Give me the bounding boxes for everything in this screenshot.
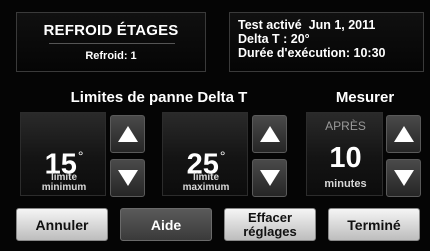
measure-unit: minutes — [324, 178, 367, 190]
cancel-button[interactable]: Annuler — [16, 208, 108, 241]
down-arrow-icon — [259, 170, 280, 186]
reset-label-line1: Effacer — [247, 209, 293, 225]
measure-box: APRÈS 10 minutes — [306, 112, 383, 196]
reset-label-line2: réglages — [243, 223, 297, 239]
measure-value: 10 — [329, 142, 362, 174]
test-info-panel: Test activé Jun 1, 2011 Delta T : 20° Du… — [229, 12, 424, 72]
min-limit-box: 15° limite minimum — [20, 112, 106, 196]
mode-panel: REFROID ÉTAGES Refroid: 1 — [16, 12, 206, 72]
up-arrow-icon — [393, 126, 414, 142]
delta-t-readout: Delta T : 20° — [238, 32, 310, 46]
max-limit-caption-2: maximum — [182, 182, 230, 193]
measure-prefix: APRÈS — [325, 119, 366, 133]
measure-up-button[interactable] — [386, 115, 421, 153]
done-button[interactable]: Terminé — [328, 208, 420, 241]
max-limit-box: 25° limite maximum — [162, 112, 248, 196]
down-arrow-icon — [117, 170, 138, 186]
mode-title: REFROID ÉTAGES — [43, 22, 179, 39]
max-limit-down-button[interactable] — [252, 159, 287, 197]
max-limit-up-button[interactable] — [252, 115, 287, 153]
stage-label: Refroid: 1 — [85, 50, 137, 62]
reset-settings-button[interactable]: Effacer réglages — [224, 208, 316, 241]
measure-title: Mesurer — [335, 89, 395, 106]
min-limit-down-button[interactable] — [110, 159, 145, 197]
limits-title: Limites de panne Delta T — [70, 89, 248, 106]
down-arrow-icon — [393, 170, 414, 186]
test-active-date: Test activé Jun 1, 2011 — [238, 18, 376, 32]
run-duration: Durée d'exécution: 10:30 — [238, 46, 386, 60]
min-limit-up-button[interactable] — [110, 115, 145, 153]
measure-down-button[interactable] — [386, 159, 421, 197]
help-button[interactable]: Aide — [120, 208, 212, 241]
mode-divider — [49, 43, 175, 44]
up-arrow-icon — [259, 126, 280, 142]
min-limit-caption-2: minimum — [41, 182, 87, 193]
up-arrow-icon — [117, 126, 138, 142]
